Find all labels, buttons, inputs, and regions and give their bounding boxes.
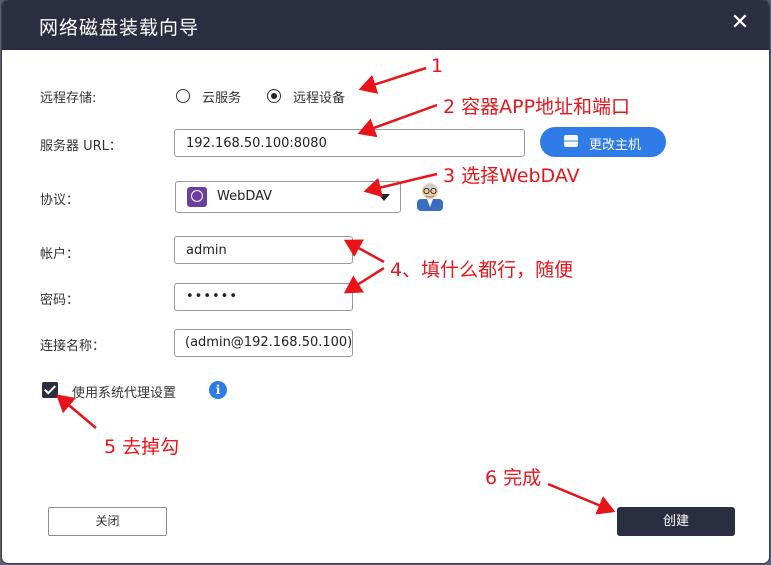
arrow-4b <box>343 266 385 294</box>
arrow-2 <box>357 103 438 138</box>
arrow-6 <box>547 482 616 515</box>
arrow-1 <box>358 66 427 94</box>
arrow-3 <box>363 172 438 198</box>
arrow-4a <box>343 239 385 264</box>
annotation-arrows <box>56 66 616 515</box>
arrow-5 <box>56 394 97 429</box>
